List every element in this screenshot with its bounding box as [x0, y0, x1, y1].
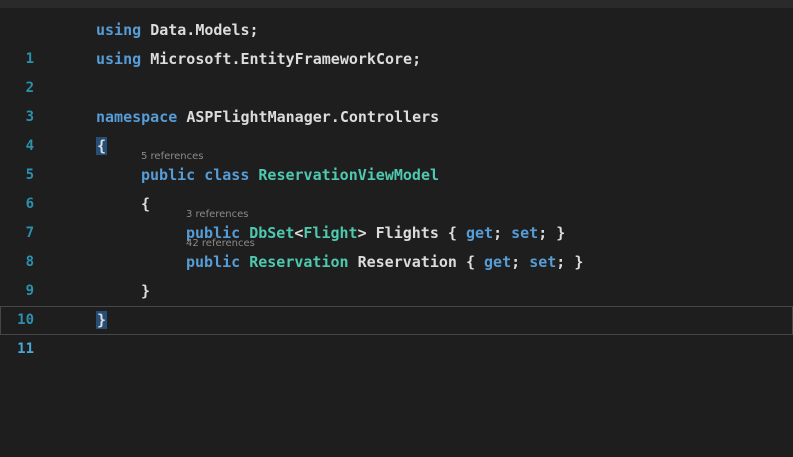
code-line[interactable]: 10 }	[0, 277, 793, 328]
keyword-token: set	[529, 253, 557, 271]
code-text[interactable]: namespace ASPFlightManager.Controllers	[96, 103, 439, 132]
keyword-token: class	[204, 166, 250, 184]
namespace-token: ASPFlightManager.Controllers	[186, 108, 440, 126]
namespace-token: Data.Models;	[150, 21, 259, 39]
type-token: DbSet	[249, 224, 295, 242]
keyword-token: get	[465, 224, 494, 242]
code-line[interactable]: 5 {	[0, 132, 793, 183]
type-token: Reservation	[249, 253, 349, 271]
keyword-token: public	[141, 166, 196, 184]
code-editor-window: 1 using Data.Models; 2 using Microsoft.E…	[0, 0, 793, 457]
punct-token: ; }	[538, 224, 566, 242]
keyword-token: set	[511, 224, 539, 242]
punct-token: ; }	[556, 253, 584, 271]
code-line[interactable]: 4 namespace ASPFlightManager.Controllers	[0, 103, 793, 154]
code-line[interactable]: 8 3 references public DbSet<Flight> Flig…	[0, 209, 793, 270]
code-text[interactable]: }	[96, 306, 108, 335]
identifier-token: Reservation {	[348, 253, 485, 271]
punct-token: >	[357, 224, 367, 242]
code-line[interactable]: 9 42 references public Reservation Reser…	[0, 238, 793, 299]
keyword-token: using	[96, 21, 142, 39]
namespace-token: Microsoft.EntityFrameworkCore;	[150, 50, 422, 68]
code-editor[interactable]: 1 using Data.Models; 2 using Microsoft.E…	[0, 16, 793, 357]
brace-token: {	[141, 195, 151, 213]
punct-token: ;	[493, 224, 512, 242]
code-text[interactable]: }	[141, 277, 150, 306]
code-line[interactable]: 6 5 references public class ReservationV…	[0, 151, 793, 212]
code-text[interactable]: {	[96, 132, 108, 161]
keyword-token: get	[484, 253, 512, 271]
code-text[interactable]: using Data.Models;	[96, 16, 259, 45]
matched-brace: {	[96, 137, 108, 155]
matched-brace: }	[96, 311, 108, 329]
current-code-line[interactable]: 11 }	[0, 306, 793, 357]
code-text[interactable]: using Microsoft.EntityFrameworkCore;	[96, 45, 421, 74]
punct-token: ;	[511, 253, 530, 271]
brace-token: }	[141, 282, 151, 300]
identifier-token: Flights {	[366, 224, 466, 242]
keyword-token: namespace	[96, 108, 178, 126]
code-line[interactable]: 1 using Data.Models;	[0, 16, 793, 67]
type-token: ReservationViewModel	[258, 166, 440, 184]
line-number: 11	[17, 341, 34, 357]
code-line[interactable]: 3	[0, 74, 793, 125]
keyword-token: using	[96, 50, 142, 68]
code-text[interactable]: {	[141, 190, 150, 219]
cropped-title-strip	[0, 0, 793, 8]
cropped-text-fragment	[30, 0, 240, 5]
code-text[interactable]: public class ReservationViewModel	[141, 161, 439, 190]
code-line[interactable]: 2 using Microsoft.EntityFrameworkCore;	[0, 45, 793, 96]
code-line[interactable]: 7 {	[0, 190, 793, 241]
type-token: Flight	[303, 224, 358, 242]
keyword-token: public	[186, 253, 241, 271]
code-text[interactable]: public Reservation Reservation { get; se…	[186, 248, 583, 277]
